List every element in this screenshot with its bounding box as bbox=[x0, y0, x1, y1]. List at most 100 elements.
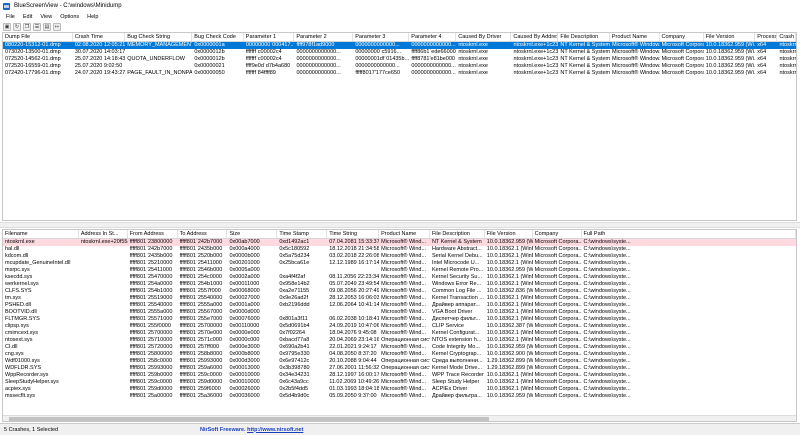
column-header[interactable]: Size bbox=[227, 230, 278, 238]
exit-icon[interactable]: ↦ bbox=[53, 22, 61, 31]
column-header[interactable]: Parameter 1 bbox=[244, 33, 295, 41]
table-row[interactable]: ntosext.sys fffff801`25710000 fffff801`257… bbox=[3, 337, 796, 344]
scrollbar-thumb[interactable] bbox=[9, 417, 489, 421]
table-cell: Common Log File ... bbox=[431, 288, 482, 294]
menu-view[interactable]: View bbox=[36, 14, 56, 20]
column-header[interactable]: Caused By Driver bbox=[456, 33, 512, 41]
table-cell: NT Kernel & System bbox=[560, 63, 610, 69]
table-cell: Kernel Mode Drive... bbox=[431, 365, 483, 371]
table-row[interactable]: cmimcext.sys fffff801`25700000 fffff801`25… bbox=[3, 330, 796, 337]
table-cell: 10.0.18362.1 (WinB... bbox=[486, 260, 533, 266]
column-header[interactable]: File Description bbox=[430, 230, 485, 238]
column-header[interactable]: Product Name bbox=[610, 33, 660, 41]
table-cell: ntoskrnl.exe+1c23c0 bbox=[513, 56, 559, 62]
save-icon[interactable]: ▣ bbox=[3, 22, 11, 31]
table-row[interactable]: msrpc.sys fffff801`25411000 fffff801`2546b… bbox=[3, 267, 796, 274]
table-cell: 0x000a4000 bbox=[229, 246, 260, 252]
table-cell: C:\windows\syste... bbox=[583, 323, 631, 329]
table-cell: 0xa4f4f2af bbox=[279, 274, 305, 280]
table-row[interactable]: WppRecorder.sys fffff801`259b0000 fffff801… bbox=[3, 372, 796, 379]
column-header[interactable]: Bug Check Code bbox=[192, 33, 244, 41]
table-cell: Microsoft Corpora... bbox=[534, 281, 582, 287]
table-cell: Операционная систе... bbox=[381, 365, 430, 371]
menu-help[interactable]: Help bbox=[83, 14, 102, 20]
column-header[interactable]: Processor bbox=[755, 33, 778, 41]
pane-splitter[interactable] bbox=[0, 222, 800, 228]
table-row[interactable]: ntoskrnl.exe ntoskrnl.exe+20f55a fffff801`… bbox=[3, 239, 796, 246]
column-header[interactable]: To Address bbox=[178, 230, 228, 238]
table-row[interactable]: SleepStudyHelper.sys fffff801`259c0000 fff… bbox=[3, 379, 796, 386]
column-header[interactable]: Product Name bbox=[379, 230, 430, 238]
column-header[interactable]: Time String bbox=[327, 230, 380, 238]
column-header[interactable]: Bug Check String bbox=[125, 33, 193, 41]
credit-link[interactable]: NirSoft Freeware. http://www.nirsoft.net bbox=[200, 427, 303, 433]
table-cell bbox=[79, 260, 128, 267]
table-cell: 0x0001a000 bbox=[229, 302, 260, 308]
table-row[interactable]: 073020-13500-01.dmp 30.07.2020 14:03:17 0x… bbox=[3, 49, 796, 56]
table-row[interactable]: 080220-15312-01.dmp 02.08.2020 12:05:21 ME… bbox=[3, 42, 796, 49]
table-cell: 0x00110000 bbox=[229, 323, 260, 329]
table-cell: 072420-17796-01.dmp bbox=[5, 70, 61, 76]
table-row[interactable]: BOOTVID.dll fffff801`2555a000 fffff801`255… bbox=[3, 309, 796, 316]
table-cell: 18.04.2076 9:45:08 bbox=[329, 330, 377, 336]
table-row[interactable]: hal.dll fffff801`242b7000 fffff801`2435b00… bbox=[3, 246, 796, 253]
table-row[interactable]: acpiex.sys fffff801`259d0000 fffff801`259f… bbox=[3, 386, 796, 393]
table-row[interactable]: tm.sys fffff801`25519000 fffff801`25540000… bbox=[3, 295, 796, 302]
table-row[interactable]: 072520-14562-01.dmp 25.07.2020 14:18:43 QU… bbox=[3, 56, 796, 63]
refresh-icon[interactable]: ↻ bbox=[13, 22, 21, 31]
table-cell: Microsoft Corpora... bbox=[534, 393, 582, 399]
column-header[interactable]: Time Stamp bbox=[277, 230, 328, 238]
table-cell: fffff801`25700000 bbox=[129, 330, 173, 336]
column-header[interactable]: Parameter 2 bbox=[294, 33, 354, 41]
column-header[interactable]: File Version bbox=[485, 230, 533, 238]
table-cell: 0x000b8000 bbox=[229, 351, 260, 357]
table-row[interactable]: clipsp.sys fffff801`255f0000 fffff801`2570… bbox=[3, 323, 796, 330]
column-header[interactable]: Crash Time bbox=[73, 33, 126, 41]
table-cell: 0000000000000... bbox=[411, 42, 456, 48]
table-row[interactable]: cng.sys fffff801`25800000 fffff801`258b800… bbox=[3, 351, 796, 358]
table-cell: Microsoft Corpora... bbox=[534, 295, 582, 301]
column-header[interactable]: Dump File bbox=[3, 33, 73, 41]
horizontal-scrollbar[interactable] bbox=[3, 415, 796, 421]
column-header[interactable]: Crash Ad bbox=[777, 33, 796, 41]
table-cell: Kernel Cryptograp... bbox=[431, 351, 482, 357]
column-header[interactable]: Parameter 4 bbox=[409, 33, 457, 41]
menu-file[interactable]: File bbox=[2, 14, 19, 20]
column-header[interactable]: From Address bbox=[128, 230, 178, 238]
column-header[interactable]: Caused By Address bbox=[511, 33, 559, 41]
credit-url[interactable]: http://www.nirsoft.net bbox=[247, 427, 303, 433]
table-row[interactable]: 072520-16559-01.dmp 25.07.2020 9:02:50 0x0… bbox=[3, 63, 796, 70]
table-cell bbox=[79, 323, 128, 330]
column-header[interactable]: Company bbox=[533, 230, 582, 238]
copy-icon[interactable]: ❐ bbox=[23, 22, 31, 31]
column-header[interactable]: Company bbox=[660, 33, 704, 41]
table-row[interactable]: kdcom.dll fffff801`2435b000 fffff801`2520b… bbox=[3, 253, 796, 260]
table-row[interactable]: Wdf01000.sys fffff801`258c0000 fffff801`25… bbox=[3, 358, 796, 365]
column-header[interactable]: Parameter 3 bbox=[353, 33, 410, 41]
table-cell: fffff801`25411000 bbox=[129, 267, 173, 273]
table-row[interactable]: ksecdd.sys fffff801`25470000 fffff801`254c… bbox=[3, 274, 796, 281]
menu-edit[interactable]: Edit bbox=[19, 14, 36, 20]
driver-list-header: Filename Address In St... From Address To A… bbox=[3, 230, 796, 239]
table-cell: 10.0.18362.959 (Wi... bbox=[486, 393, 533, 399]
table-row[interactable]: PSHED.dll fffff801`25540000 fffff801`2555a… bbox=[3, 302, 796, 309]
column-header[interactable]: File Description bbox=[558, 33, 610, 41]
column-header[interactable]: Full Path bbox=[582, 230, 796, 238]
table-row[interactable]: mssecflt.sys fffff801`25a00000 fffff801`25… bbox=[3, 393, 796, 400]
table-row[interactable]: mcupdate_GenuineIntel.dll fffff801`252100… bbox=[3, 260, 796, 267]
table-row[interactable]: FLTMGR.SYS fffff801`25571000 fffff801`255e… bbox=[3, 316, 796, 323]
table-row[interactable]: WDFLDR.SYS fffff801`25993000 fffff801`259a… bbox=[3, 365, 796, 372]
column-header[interactable]: Address In St... bbox=[79, 230, 128, 238]
column-header[interactable]: Filename bbox=[3, 230, 79, 238]
table-cell: fffff801`25571000 bbox=[129, 316, 173, 322]
properties-icon[interactable]: ☰ bbox=[33, 22, 41, 31]
table-cell: x64 bbox=[757, 42, 767, 48]
html-report-icon[interactable]: ▤ bbox=[43, 22, 51, 31]
menu-options[interactable]: Options bbox=[56, 14, 83, 20]
table-cell: C:\windows\syste... bbox=[583, 246, 631, 252]
table-row[interactable]: CI.dll fffff801`25720000 fffff801`257ff000… bbox=[3, 344, 796, 351]
table-row[interactable]: werkernel.sys fffff801`254a0000 fffff801`2… bbox=[3, 281, 796, 288]
table-row[interactable]: 072420-17796-01.dmp 24.07.2020 19:43:27 PA… bbox=[3, 70, 796, 77]
table-row[interactable]: CLFS.SYS fffff801`254b1000 fffff801`2557f0… bbox=[3, 288, 796, 295]
column-header[interactable]: File Version bbox=[704, 33, 756, 41]
